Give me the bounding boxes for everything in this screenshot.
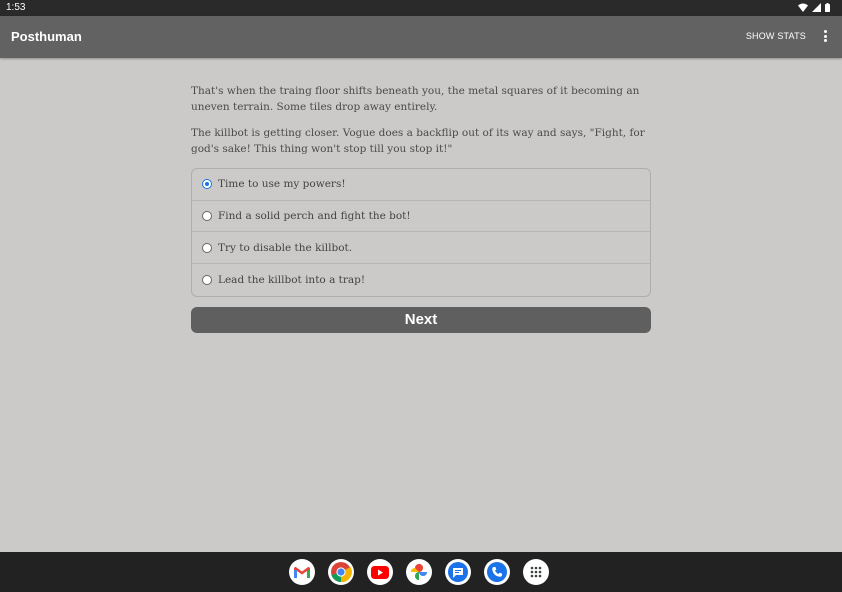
choice-label: Time to use my powers! — [218, 178, 346, 191]
next-button[interactable]: Next — [191, 307, 651, 333]
status-time: 1:53 — [6, 2, 26, 13]
story-content: That's when the traing floor shifts bene… — [191, 84, 651, 297]
battery-icon — [825, 3, 830, 12]
choice-label: Try to disable the killbot. — [218, 241, 353, 254]
choice-option[interactable]: Find a solid perch and fight the bot! — [192, 201, 650, 233]
choice-label: Lead the killbot into a trap! — [218, 273, 366, 286]
navigation-bar — [0, 552, 842, 592]
choice-label: Find a solid perch and fight the bot! — [218, 210, 411, 223]
photos-icon[interactable] — [406, 559, 432, 585]
app-drawer-icon[interactable] — [523, 559, 549, 585]
messages-icon[interactable] — [445, 559, 471, 585]
show-stats-button[interactable]: SHOW STATS — [746, 31, 806, 41]
radio-button-selected[interactable] — [202, 179, 212, 190]
status-icons — [798, 3, 830, 12]
story-paragraph: That's when the traing floor shifts bene… — [191, 85, 640, 113]
status-bar: 1:53 — [0, 0, 842, 16]
chrome-icon[interactable] — [328, 559, 354, 585]
youtube-icon[interactable] — [367, 559, 393, 585]
radio-button[interactable] — [202, 211, 212, 222]
radio-button[interactable] — [202, 274, 212, 285]
wifi-icon — [798, 3, 808, 12]
story-paragraph: The killbot is getting closer. Vogue doe… — [191, 127, 645, 155]
choice-option[interactable]: Lead the killbot into a trap! — [192, 264, 650, 296]
app-title: Posthuman — [11, 29, 82, 44]
choice-option[interactable]: Try to disable the killbot. — [192, 232, 650, 265]
phone-icon[interactable] — [484, 559, 510, 585]
gmail-icon[interactable] — [289, 559, 315, 585]
radio-button[interactable] — [202, 242, 212, 253]
more-options-icon[interactable] — [822, 30, 828, 44]
choice-list: Time to use my powers! Find a solid perc… — [191, 168, 651, 297]
app-bar: Posthuman SHOW STATS — [0, 16, 842, 58]
app-dock — [289, 559, 549, 585]
cell-signal-icon — [812, 3, 821, 12]
choice-option[interactable]: Time to use my powers! — [192, 169, 650, 201]
